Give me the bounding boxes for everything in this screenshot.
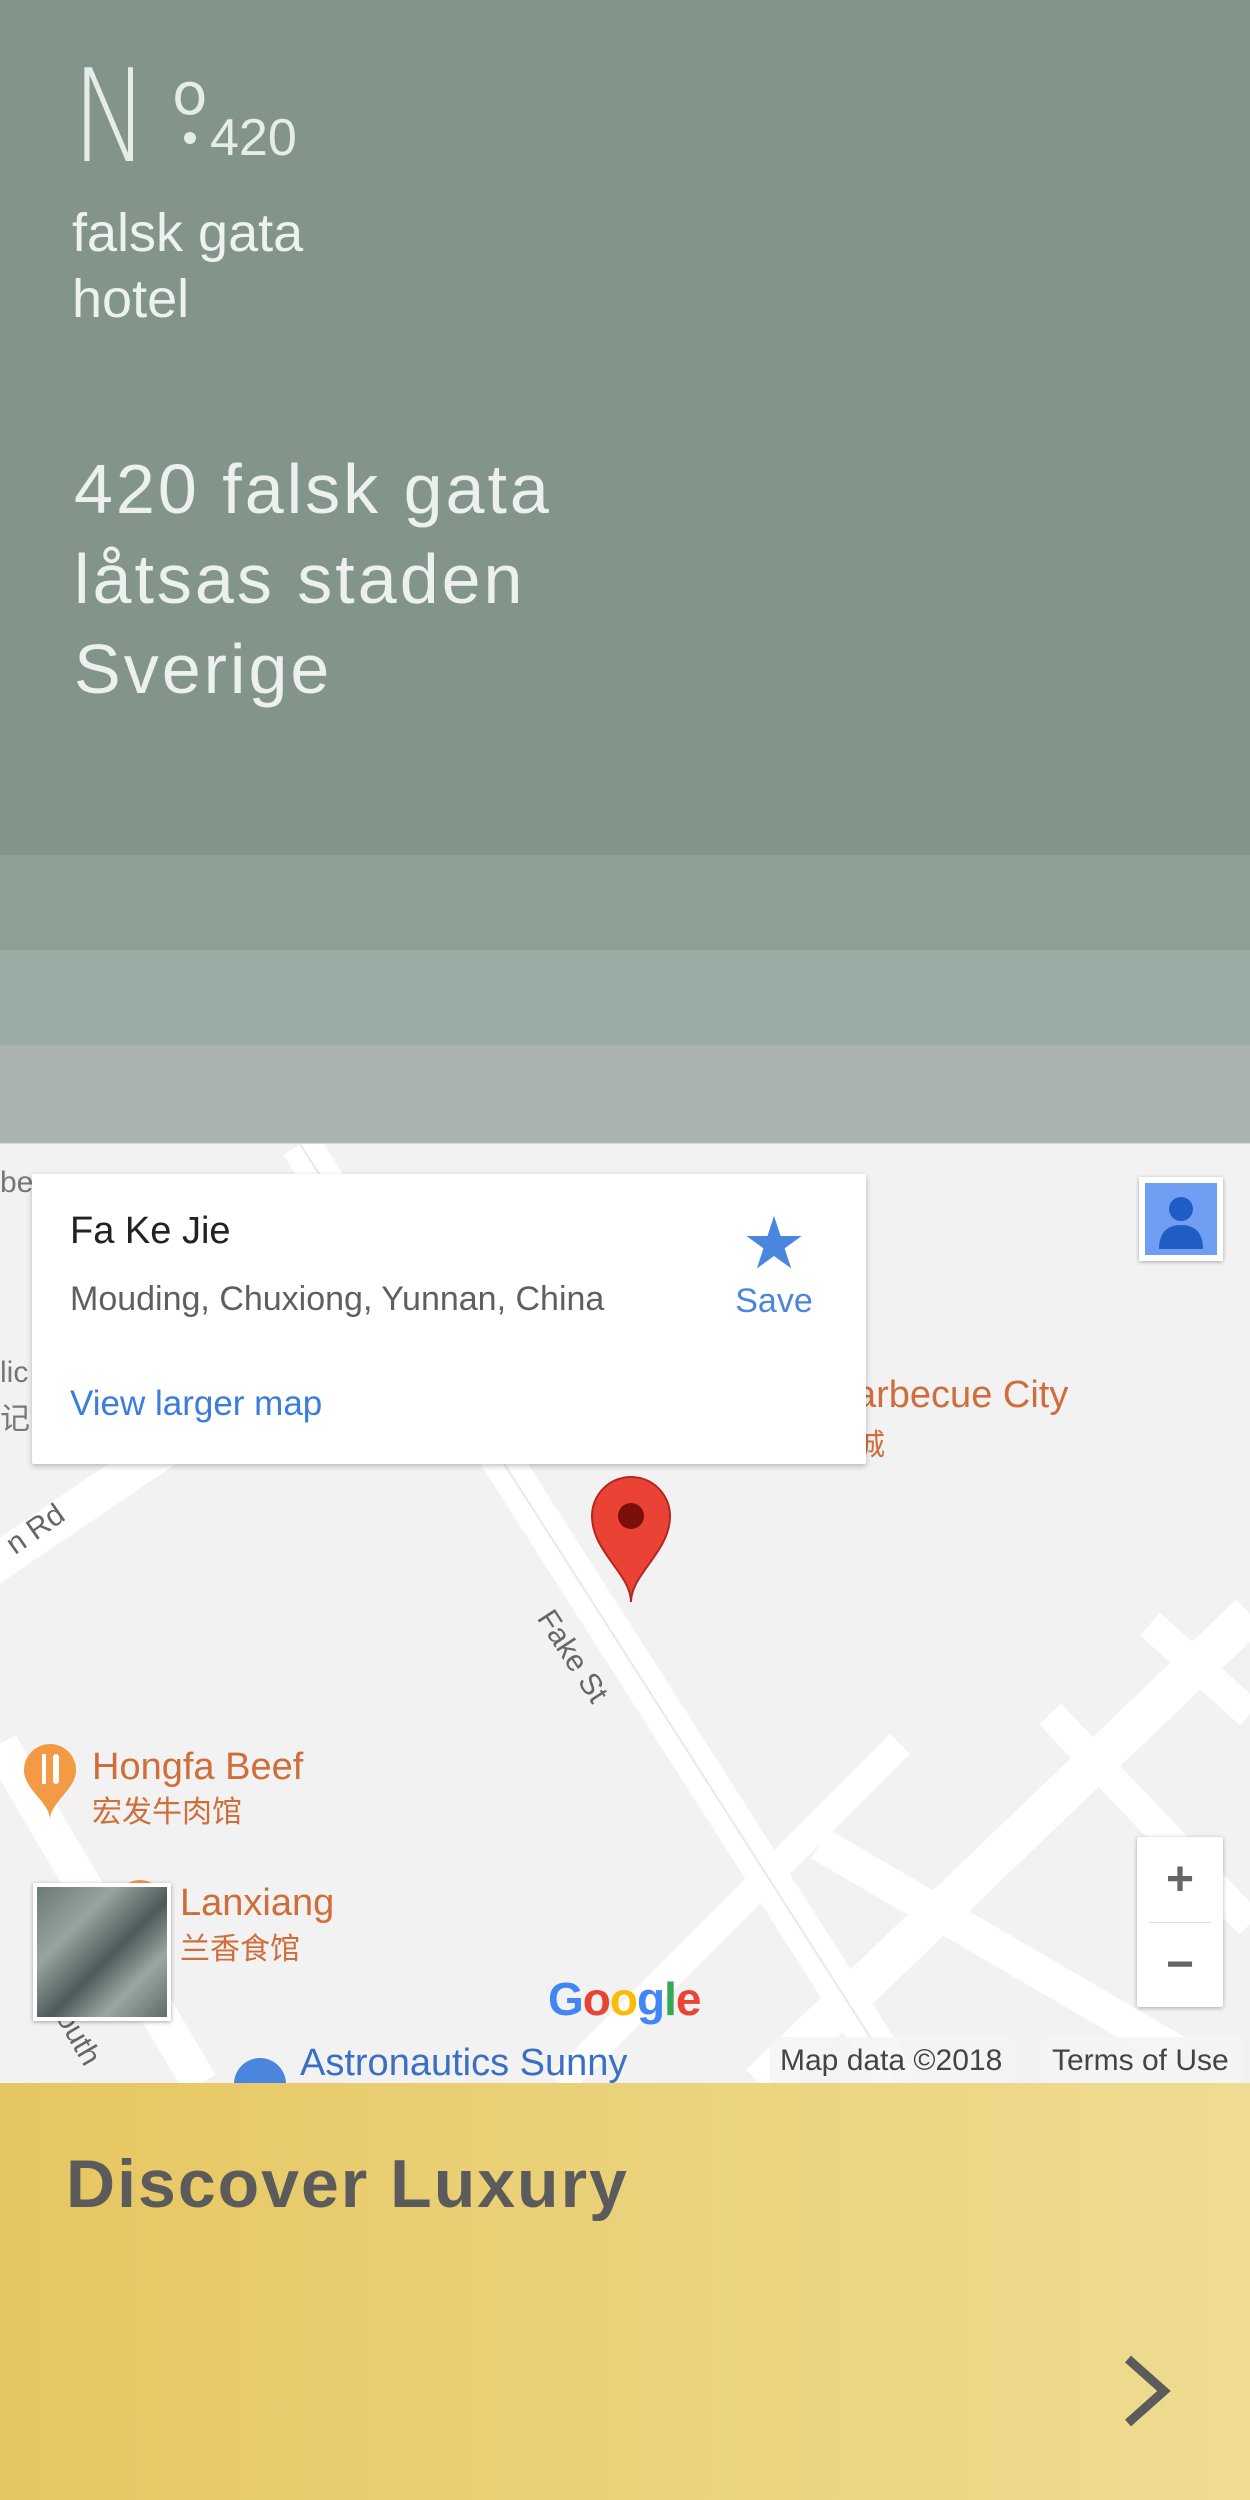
poi-name[interactable]: Astronautics Sunny — [300, 2042, 627, 2084]
map-pin-icon[interactable] — [590, 1474, 672, 1604]
place-address: Mouding, Chuxiong, Yunnan, China — [70, 1280, 605, 1318]
place-title: Fa Ke Jie — [70, 1210, 231, 1252]
color-band — [0, 950, 1250, 1045]
hotel-address: 420 falsk gata låtsas staden Sverige — [74, 444, 552, 714]
pegman-icon — [1145, 1183, 1217, 1255]
map-edge-text: be — [0, 1166, 34, 1199]
discover-luxury-section[interactable]: Discover Luxury — [0, 2083, 1250, 2500]
save-label: Save — [735, 1282, 813, 1320]
poi-name[interactable]: arbecue City — [855, 1374, 1068, 1417]
address-line: 420 falsk gata — [74, 450, 552, 528]
star-icon: ★ — [741, 1204, 807, 1284]
logo-number: 420 — [210, 109, 297, 167]
view-larger-map-link[interactable]: View larger map — [70, 1384, 322, 1424]
map-data-attribution: Map data ©2018 — [770, 2037, 1013, 2084]
zoom-out-button[interactable]: − — [1137, 1922, 1223, 2007]
logo-letter: N — [72, 43, 149, 192]
embedded-map[interactable]: Fake St n Rd outh be lic 记 arbecue City … — [0, 1143, 1250, 2084]
hotel-name-line: hotel — [72, 269, 190, 329]
map-edge-text: 记 — [0, 1403, 30, 1436]
map-edge-text: lic — [0, 1356, 29, 1389]
discover-luxury-title: Discover Luxury — [66, 2146, 629, 2222]
chevron-right-icon[interactable] — [1116, 2351, 1174, 2431]
satellite-thumbnail[interactable] — [33, 1883, 171, 2021]
poi-name[interactable]: Lanxiang — [180, 1882, 334, 1925]
color-band — [0, 1045, 1250, 1143]
logo-dot — [184, 132, 196, 144]
terms-of-use-link[interactable]: Terms of Use — [1042, 2037, 1243, 2084]
hotel-name: falsk gata hotel — [72, 200, 303, 332]
hotel-header: N o 420 falsk gata hotel 420 falsk gata … — [0, 0, 1250, 855]
address-line: låtsas staden — [74, 540, 526, 618]
logo-superscript: o — [172, 60, 208, 128]
hotel-logo: N o 420 — [72, 54, 332, 188]
poi-name[interactable]: Hongfa Beef — [92, 1746, 303, 1789]
restaurant-icon[interactable] — [20, 1742, 80, 1822]
color-band — [0, 855, 1250, 950]
poi-local-name: 兰香食馆 — [180, 1933, 300, 1966]
poi-icon[interactable] — [230, 2054, 290, 2084]
hotel-name-line: falsk gata — [72, 203, 304, 263]
address-line: Sverige — [74, 630, 333, 708]
google-logo: Google — [548, 1973, 701, 2025]
zoom-in-button[interactable]: + — [1137, 1837, 1223, 1922]
zoom-control: + − — [1137, 1837, 1223, 2007]
poi-local-name: 宏发牛肉馆 — [92, 1796, 242, 1829]
place-info-card: Fa Ke Jie Mouding, Chuxiong, Yunnan, Chi… — [32, 1174, 866, 1464]
street-view-button[interactable] — [1139, 1177, 1223, 1261]
save-button[interactable]: ★ Save — [730, 1204, 818, 1321]
